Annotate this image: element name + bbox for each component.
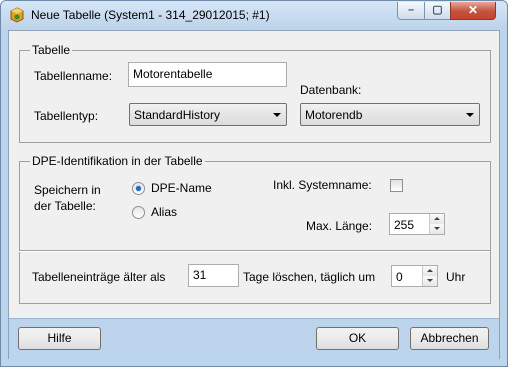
app-icon — [10, 7, 24, 23]
radio-alias-label[interactable]: Alias — [151, 205, 177, 219]
spinner-buttons — [429, 214, 444, 234]
group-dpe-legend: DPE-Identifikation in der Tabelle — [30, 154, 205, 168]
hour-value: 0 — [396, 270, 403, 284]
radio-selected-dot — [136, 186, 141, 191]
ok-button[interactable]: OK — [316, 327, 399, 350]
decrement-icon[interactable] — [430, 224, 444, 234]
days-input[interactable]: 31 — [188, 264, 239, 287]
chevron-down-icon — [273, 113, 281, 117]
window-title: Neue Tabelle (System1 - 314_29012015; #1… — [31, 8, 270, 22]
entries-older-label: Tabelleneinträge älter als — [32, 270, 166, 284]
delete-daily-label: Tage löschen, täglich um — [243, 270, 376, 284]
minimize-button[interactable]: – — [397, 2, 425, 20]
tablename-input[interactable]: Motorentabelle — [128, 62, 287, 87]
help-button[interactable]: Hilfe — [18, 327, 101, 350]
radio-alias[interactable] — [132, 206, 145, 219]
tabletype-selected-value: StandardHistory — [134, 108, 221, 122]
close-icon: ✕ — [467, 3, 479, 17]
cancel-button[interactable]: Abbrechen — [410, 327, 489, 350]
maximize-icon: ▢ — [432, 4, 443, 16]
tabletype-label: Tabellentyp: — [34, 109, 99, 123]
datenbank-label: Datenbank: — [300, 83, 362, 97]
title-bar[interactable]: Neue Tabelle (System1 - 314_29012015; #1… — [1, 1, 507, 29]
tablename-label: Tabellenname: — [34, 69, 113, 83]
max-length-value: 255 — [394, 218, 415, 232]
radio-dpe-name[interactable] — [132, 182, 145, 195]
max-length-spinner[interactable]: 255 — [389, 213, 445, 235]
decrement-icon[interactable] — [423, 276, 437, 286]
hour-unit-label: Uhr — [446, 270, 466, 284]
maximize-button[interactable]: ▢ — [424, 2, 451, 20]
chevron-down-icon — [466, 113, 474, 117]
datenbank-selected-value: Motorendb — [305, 108, 363, 122]
group-separator — [19, 250, 490, 252]
button-bar: Hilfe OK Abbrechen — [9, 318, 499, 359]
spinner-buttons — [422, 266, 437, 286]
hour-spinner[interactable]: 0 — [391, 265, 438, 287]
incl-systemname-checkbox[interactable] — [390, 179, 403, 192]
save-in-table-label-line2: der Tabelle: — [34, 199, 96, 213]
dialog-client-area: Tabelle Tabellenname: Motorentabelle Dat… — [8, 30, 500, 359]
tabletype-select[interactable]: StandardHistory — [129, 103, 287, 126]
dialog-window: Neue Tabelle (System1 - 314_29012015; #1… — [0, 0, 508, 367]
close-button[interactable]: ✕ — [450, 2, 496, 20]
group-tabelle-legend: Tabelle — [30, 43, 73, 57]
incl-systemname-label: Inkl. Systemname: — [273, 178, 372, 192]
datenbank-select[interactable]: Motorendb — [300, 103, 480, 126]
radio-dpe-name-label[interactable]: DPE-Name — [151, 181, 212, 195]
save-in-table-label-line1: Speichern in — [34, 183, 101, 197]
max-length-label: Max. Länge: — [306, 219, 373, 233]
minimize-icon: – — [407, 4, 415, 16]
